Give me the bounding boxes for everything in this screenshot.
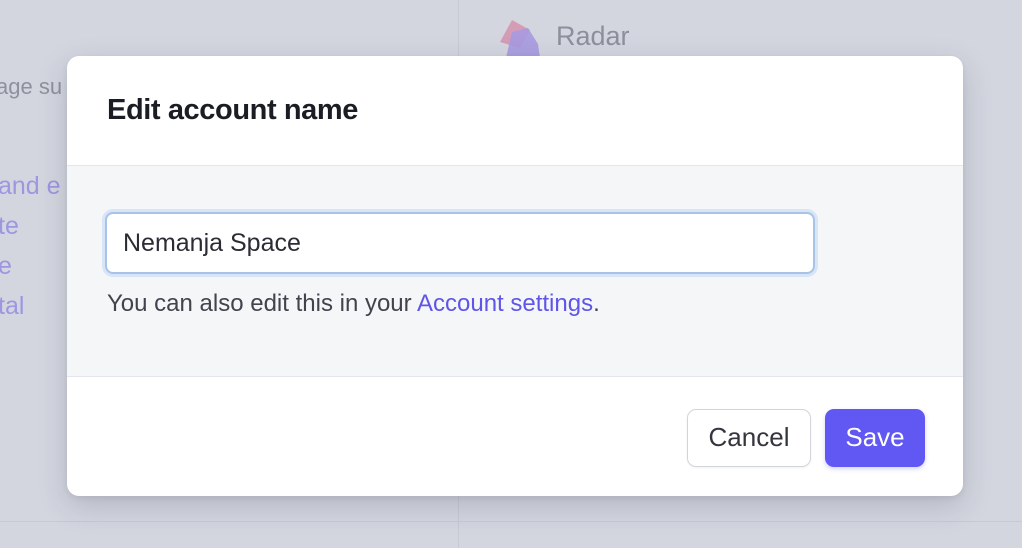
dialog-footer: Cancel Save — [67, 377, 963, 496]
cancel-button[interactable]: Cancel — [687, 408, 811, 467]
helper-text-suffix: . — [593, 290, 600, 317]
background-link: te — [0, 212, 19, 240]
account-name-input[interactable] — [105, 212, 815, 274]
edit-account-name-dialog: Edit account name You can also edit this… — [67, 56, 963, 496]
save-button[interactable]: Save — [825, 408, 925, 467]
account-settings-link[interactable]: Account settings — [417, 290, 593, 317]
background-link-list: and e te e tal — [0, 166, 61, 326]
background-brand-name: Radar — [556, 21, 630, 51]
helper-text: You can also edit this in your Account s… — [107, 290, 963, 318]
background-divider-horizontal — [0, 521, 1022, 522]
background-link: tal — [0, 292, 25, 320]
helper-text-prefix: You can also edit this in your — [107, 290, 417, 317]
dialog-title: Edit account name — [107, 94, 359, 126]
dialog-header: Edit account name — [67, 56, 963, 166]
background-link: and e — [0, 172, 61, 200]
background-link: e — [0, 252, 12, 280]
dialog-body: You can also edit this in your Account s… — [67, 166, 963, 377]
radar-logo-icon — [500, 20, 540, 58]
background-faded-text: age su — [0, 74, 63, 99]
